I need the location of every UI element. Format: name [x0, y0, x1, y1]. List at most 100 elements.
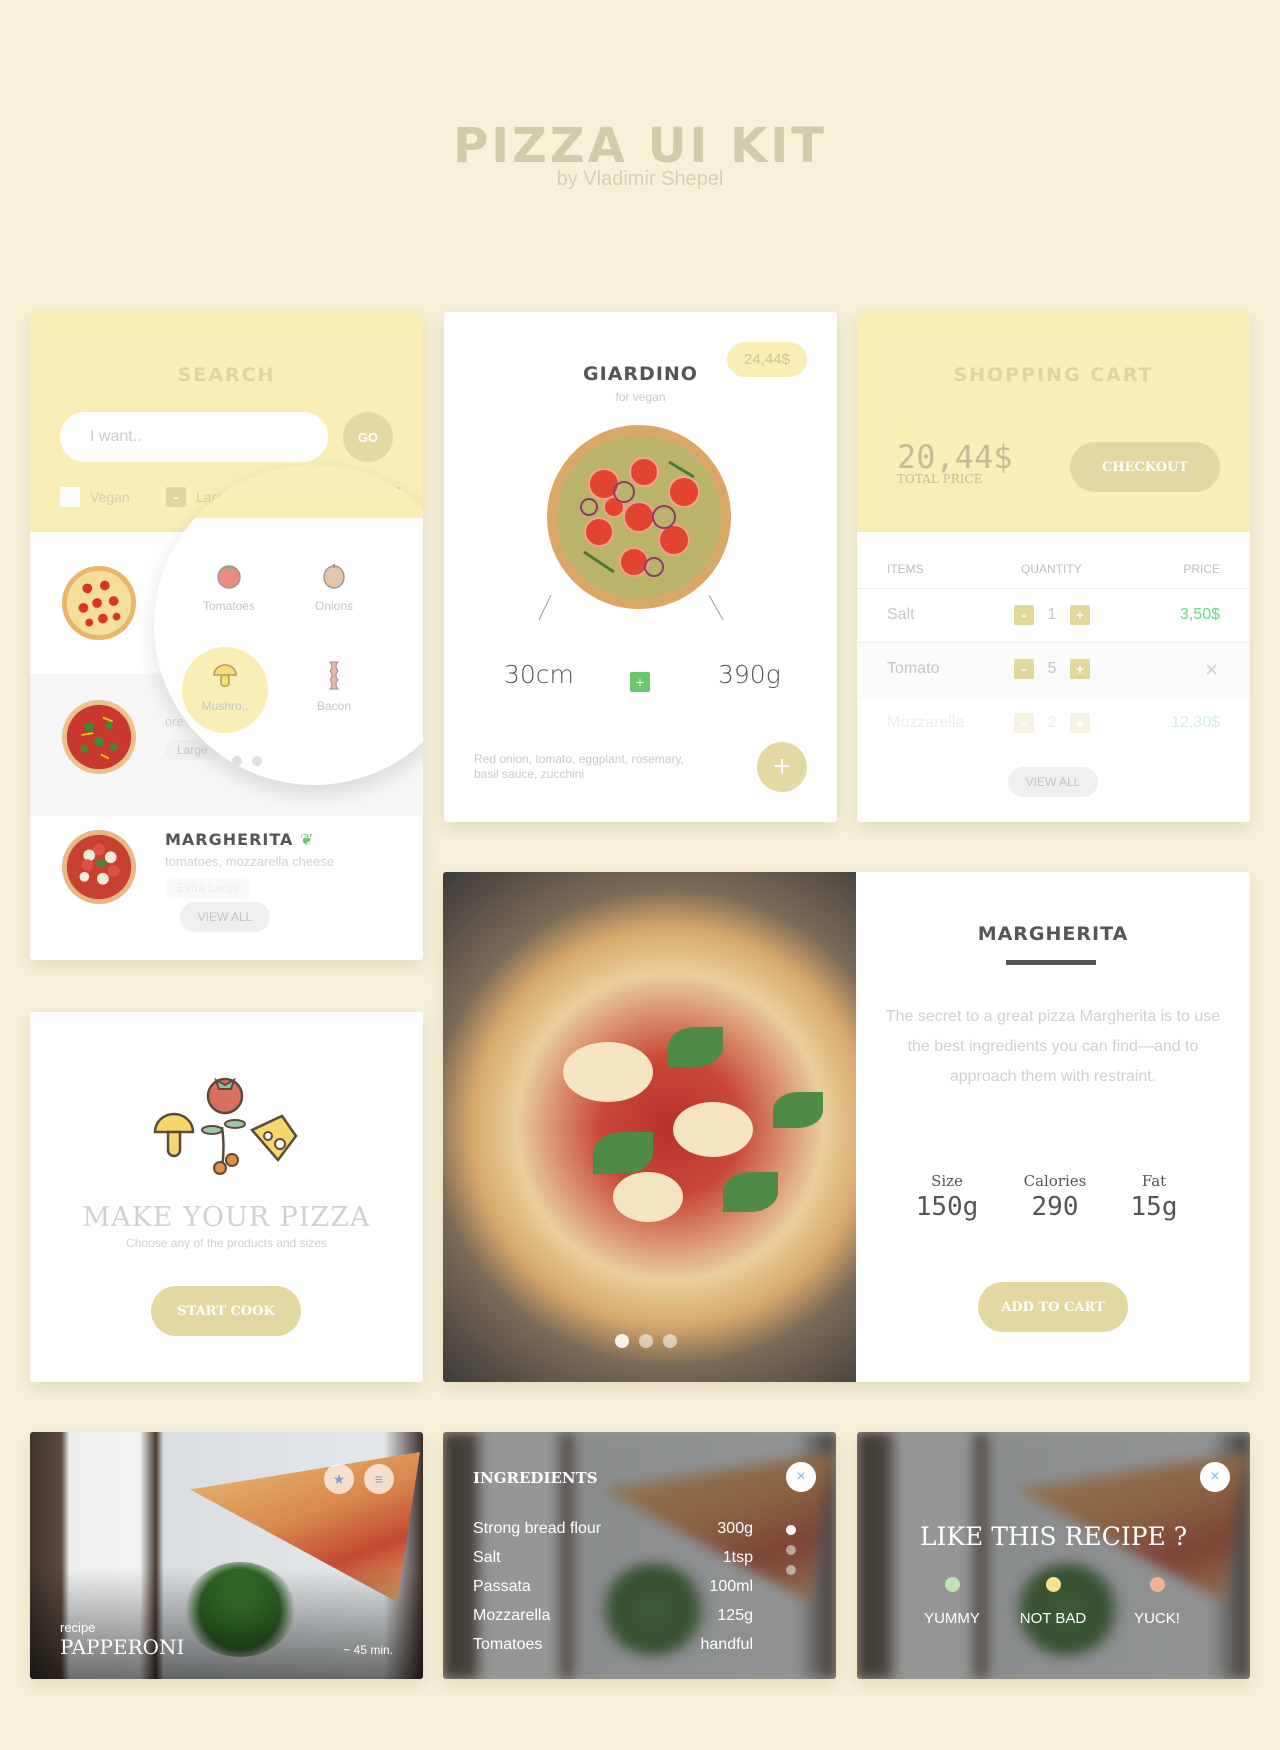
photo-detail: [593, 1132, 653, 1174]
ingredient-row: Mozzarella 125g: [473, 1607, 753, 1636]
checkout-button[interactable]: CHECKOUT: [1070, 442, 1220, 492]
cart-heading: SHOPPING CART: [953, 364, 1154, 386]
olive-branch-icon: [201, 1119, 246, 1175]
customize-plus-button[interactable]: +: [630, 672, 650, 692]
column-header-quantity: QUANTITY: [1021, 562, 1082, 576]
recipe-title: PAPPERONI: [60, 1635, 185, 1659]
list-item-title: MARGHERITA ❦: [165, 830, 314, 849]
quantity-value: 2: [1047, 714, 1057, 731]
close-icon[interactable]: ×: [786, 1462, 816, 1492]
column-header-items: ITEMS: [887, 562, 924, 576]
ingredient-name: Strong bread flour: [473, 1520, 602, 1537]
pagination-dot[interactable]: [615, 1334, 629, 1348]
ingredient-label: Mushro..: [201, 699, 249, 713]
menu-icon[interactable]: ≡: [364, 1464, 394, 1494]
list-item-subtitle: tomatoes, mozzarella cheese: [165, 854, 335, 869]
start-cook-button[interactable]: START COOK: [151, 1286, 301, 1336]
vote-yuck[interactable]: YUCK!: [1102, 1577, 1212, 1627]
vote-not-bad[interactable]: NOT BAD: [998, 1577, 1108, 1627]
product-card: 24,44$ GIARDINO for vegan 30cm + 390g Re…: [444, 312, 837, 822]
stat-label: Size: [931, 1172, 963, 1190]
favorite-star-icon[interactable]: ★: [324, 1464, 354, 1494]
vegan-checkbox[interactable]: [60, 487, 80, 507]
ingredient-amount: handful: [700, 1636, 754, 1653]
view-all-button[interactable]: VIEW ALL: [1008, 767, 1098, 797]
add-to-cart-button[interactable]: ADD TO CART: [978, 1282, 1128, 1332]
ingredient-list: Strong bread flour 300g Salt 1tsp Passata 1…: [473, 1520, 753, 1665]
ingredient-option-tomatoes[interactable]: Tomatoes: [184, 560, 274, 613]
product-size: 30cm: [504, 660, 574, 689]
feature-title: MARGHERITA: [977, 923, 1129, 945]
decrease-button[interactable]: -: [1014, 605, 1034, 625]
mushroom-icon: [153, 1112, 195, 1158]
mushroom-icon: [213, 664, 237, 687]
pagination-dot[interactable]: [212, 756, 222, 766]
make-title: MAKE YOUR PIZZA: [82, 1202, 371, 1233]
pagination-dot[interactable]: [232, 756, 242, 766]
increase-button[interactable]: +: [1070, 605, 1090, 625]
stat-size: Size 150g: [897, 1172, 997, 1222]
vote-yummy[interactable]: YUMMY: [897, 1577, 1007, 1627]
search-input[interactable]: [60, 412, 328, 462]
pagination-dot[interactable]: [786, 1545, 796, 1555]
cart-header: SHOPPING CART 20,44$ TOTAL PRICE CHECKOU…: [857, 312, 1250, 532]
pepperoni-pizza-image: [61, 565, 137, 641]
ingredient-option-bacon[interactable]: Bacon: [289, 660, 379, 713]
cart-item-name: Mozzarella: [887, 714, 965, 731]
vegan-label: Vegan: [90, 489, 130, 505]
recipe-card[interactable]: ★ ≡ recipe PAPPERONI ~ 45 min.: [30, 1432, 423, 1679]
feature-card: MARGHERITA The secret to a great pizza M…: [443, 872, 1250, 1382]
cart-row: Mozzarella - 2 + 12,30$: [857, 696, 1250, 750]
pagination-dot[interactable]: [639, 1334, 653, 1348]
column-header-price: PRICE: [1183, 562, 1220, 576]
ingredient-row: Tomatoes handful: [473, 1636, 753, 1665]
ingredient-amount: 100ml: [709, 1578, 753, 1595]
view-all-button[interactable]: VIEW ALL: [180, 902, 270, 932]
cart-row: Salt - 1 + 3,50$: [857, 588, 1250, 642]
product-description: Red onion, tomato, eggplant, rosemary, b…: [474, 752, 684, 781]
rating-card: × LIKE THIS RECIPE ? YUMMY NOT BAD YUCK!: [857, 1432, 1250, 1679]
vote-label: YUCK!: [1134, 1610, 1180, 1627]
product-weight: 390g: [718, 660, 781, 689]
add-product-button[interactable]: +: [757, 742, 807, 792]
stat-label: Calories: [1023, 1172, 1087, 1190]
cart-row: Tomato - 5 + ×: [857, 642, 1250, 696]
leaf-icon: ❦: [299, 830, 315, 849]
make-subtitle: Choose any of the products and sizes: [126, 1236, 327, 1250]
increase-button[interactable]: +: [1070, 659, 1090, 679]
quantity-value: 5: [1047, 660, 1057, 677]
ingredient-option-onions[interactable]: Onions: [289, 560, 379, 613]
shopping-cart-card: SHOPPING CART 20,44$ TOTAL PRICE CHECKOU…: [857, 312, 1250, 822]
quantity-stepper: - 5 +: [1014, 659, 1090, 679]
ingredient-option-mushrooms[interactable]: Mushro..: [180, 660, 270, 713]
ingredient-amount: 300g: [717, 1520, 753, 1537]
go-button[interactable]: GO: [343, 412, 393, 462]
vote-label: YUMMY: [924, 1610, 980, 1627]
vote-dot: [1149, 1577, 1165, 1592]
remove-item-icon[interactable]: ×: [1205, 657, 1218, 683]
pagination-dot[interactable]: [663, 1334, 677, 1348]
cart-item-price: 3,50$: [1179, 606, 1220, 623]
pagination-dot[interactable]: [252, 756, 262, 766]
ingredient-label: Onions: [314, 599, 354, 613]
decrease-button[interactable]: -: [1014, 659, 1034, 679]
size-tag: Extra Large: [165, 878, 252, 898]
page-title: PIZZA UI KIT: [453, 118, 827, 174]
page-subtitle: by Vladimir Shepel: [556, 168, 724, 190]
ingredients-card: INGREDIENTS × Strong bread flour 300g Sal…: [443, 1432, 836, 1679]
increase-button[interactable]: +: [1070, 713, 1090, 733]
photo-detail: [673, 1102, 753, 1157]
tomato-icon: [217, 565, 241, 589]
vote-dot: [1045, 1577, 1061, 1592]
list-item[interactable]: MARGHERITA ❦ tomatoes, mozzarella cheese…: [30, 816, 423, 958]
pagination-dot[interactable]: [786, 1525, 796, 1535]
ingredient-name: Salt: [473, 1549, 501, 1566]
cheese-icon: [249, 1114, 298, 1162]
pagination-dot[interactable]: [786, 1565, 796, 1575]
decrease-button[interactable]: -: [1014, 713, 1034, 733]
recipe-time: ~ 45 min.: [343, 1643, 393, 1657]
ingredient-name: Mozzarella: [473, 1607, 551, 1624]
quantity-stepper: - 1 +: [1014, 605, 1090, 625]
list-item-title-text: MARGHERITA: [165, 830, 294, 849]
close-icon[interactable]: ×: [1200, 1462, 1230, 1492]
